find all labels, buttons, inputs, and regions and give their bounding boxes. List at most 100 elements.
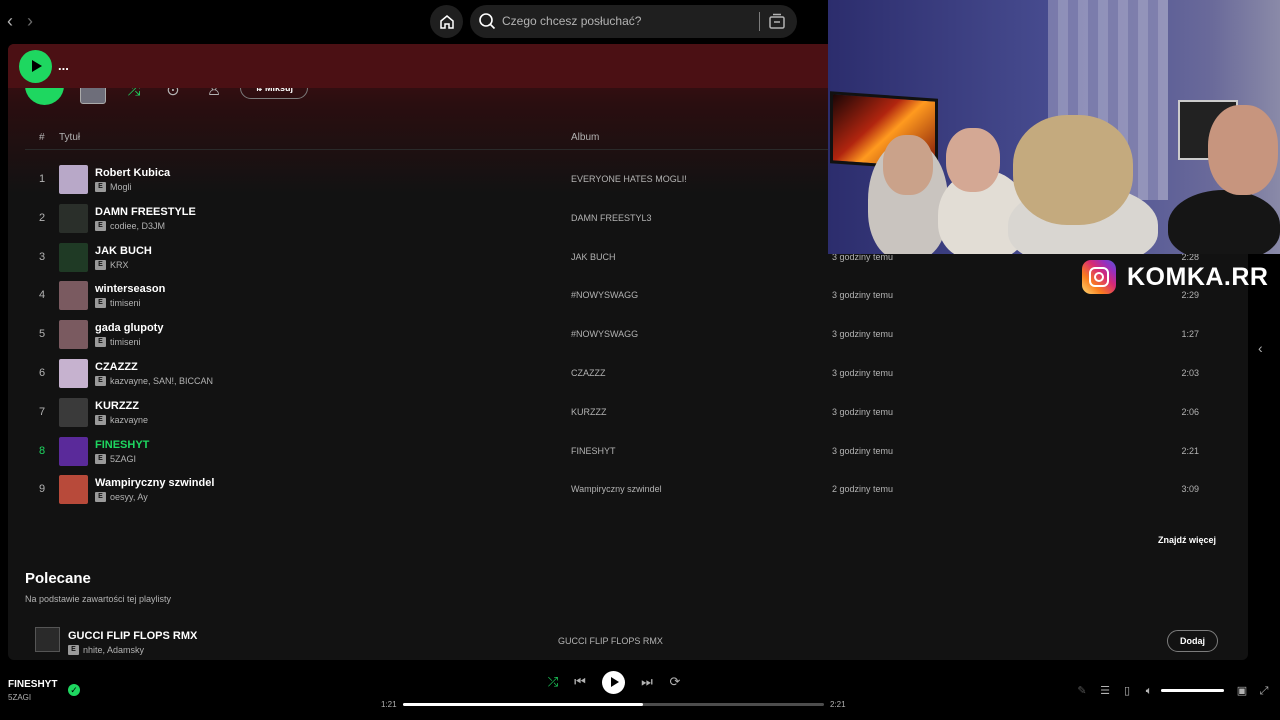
browse-icon[interactable]: [768, 12, 786, 30]
track-artists: Ekazvayne: [95, 414, 148, 425]
explicit-badge: E: [68, 645, 79, 655]
track-row[interactable]: 9 Wampiryczny szwindel Eoesyy, Ay Wampirycz…: [25, 471, 1225, 510]
track-artist[interactable]: Mogli: [110, 182, 132, 192]
header-album[interactable]: Album: [571, 132, 599, 143]
chevron-left-icon[interactable]: ‹: [1258, 340, 1263, 356]
track-artists: Ekazvayne, SAN!, BICCAN: [95, 375, 213, 386]
track-artists: Etimiseni: [95, 337, 141, 348]
track-artist[interactable]: 5ZAGI: [110, 454, 136, 464]
play-pause-button[interactable]: [602, 671, 625, 694]
track-cover: [59, 320, 88, 350]
track-artist[interactable]: kazvayne, SAN!, BICCAN: [110, 376, 213, 386]
header-number[interactable]: #: [39, 132, 45, 143]
header-title[interactable]: Tytuł: [59, 132, 80, 143]
track-cover: [59, 165, 88, 194]
fullscreen-icon[interactable]: ⤢: [1257, 684, 1271, 698]
next-icon[interactable]: ⏭: [638, 673, 656, 691]
instagram-handle: KOMKA.RR: [1127, 262, 1269, 291]
track-title[interactable]: DAMN FREESTYLE: [95, 206, 196, 218]
track-row[interactable]: 6 CZAZZZ Ekazvayne, SAN!, BICCAN CZAZZZ 3 go…: [25, 355, 1225, 394]
track-row[interactable]: 4 winterseason Etimiseni #NOWYSWAGG 3 godzin…: [25, 277, 1225, 316]
track-album[interactable]: EVERYONE HATES MOGLI!: [571, 174, 687, 184]
now-playing-artist[interactable]: 5ZAGI: [8, 693, 31, 702]
now-playing-title[interactable]: FINESHYT: [8, 679, 57, 690]
find-more-link[interactable]: Znajdź więcej: [1158, 535, 1216, 545]
track-album[interactable]: FINESHYT: [571, 446, 616, 456]
track-artists: E KRX: [95, 259, 129, 270]
track-artists: E Mogli: [95, 182, 132, 192]
top-bar: ‹ ›: [0, 0, 828, 44]
track-duration: 2:21: [1181, 445, 1199, 456]
miniplayer-icon[interactable]: ▣: [1235, 684, 1249, 698]
person-4-head: [1208, 105, 1278, 195]
home-button[interactable]: [430, 5, 463, 38]
track-title[interactable]: Wampiryczny szwindel: [95, 477, 214, 489]
explicit-badge: E: [95, 375, 106, 386]
saved-check-icon[interactable]: ✓: [68, 684, 80, 696]
track-title[interactable]: winterseason: [95, 283, 165, 295]
track-title[interactable]: KURZZZ: [95, 400, 139, 412]
track-album[interactable]: DAMN FREESTYL3: [571, 213, 652, 223]
track-title[interactable]: Robert Kubica: [95, 167, 170, 179]
search-input[interactable]: [502, 11, 732, 31]
home-icon: [439, 14, 454, 29]
track-album[interactable]: #NOWYSWAGG: [571, 290, 638, 300]
lyrics-icon[interactable]: ✎: [1075, 684, 1089, 698]
progress-fill: [403, 703, 643, 706]
track-artists: Eoesyy, Ay: [95, 492, 148, 503]
explicit-badge: E: [95, 220, 106, 231]
volume-slider[interactable]: [1161, 689, 1224, 692]
track-album[interactable]: KURZZZ: [571, 407, 607, 417]
track-album[interactable]: GUCCI FLIP FLOPS RMX: [558, 636, 663, 646]
track-artist[interactable]: timiseni: [110, 337, 141, 347]
sticky-play-button[interactable]: [19, 50, 52, 83]
track-row[interactable]: 7 KURZZZ Ekazvayne KURZZZ 3 godziny temu 2:06: [25, 394, 1225, 433]
track-title[interactable]: GUCCI FLIP FLOPS RMX: [68, 630, 197, 642]
recommended-row[interactable]: GUCCI FLIP FLOPS RMX E nhite, Adamsky GU…: [25, 624, 1225, 660]
explicit-badge: E: [95, 414, 106, 425]
track-artist[interactable]: nhite, Adamsky: [83, 645, 144, 655]
instagram-icon: [1082, 260, 1116, 294]
explicit-badge: E: [95, 492, 106, 503]
add-button[interactable]: Dodaj: [1167, 630, 1218, 652]
device-icon[interactable]: ▯: [1120, 684, 1134, 698]
person-1-head: [883, 135, 933, 195]
track-number: 6: [38, 366, 46, 379]
track-number: 4: [38, 289, 46, 302]
previous-icon[interactable]: ⏮: [571, 673, 589, 691]
track-artists: Etimiseni: [95, 298, 141, 309]
track-artist[interactable]: kazvayne: [110, 415, 148, 425]
track-title[interactable]: gada glupoty: [95, 322, 163, 334]
track-cover: [59, 281, 88, 311]
track-row[interactable]: 8 FINESHYT E 5ZAGI FINESHYT 3 godziny temu 2:2…: [25, 433, 1225, 472]
volume-icon[interactable]: 🔈︎: [1142, 684, 1156, 698]
track-album[interactable]: #NOWYSWAGG: [571, 329, 638, 339]
back-arrow-icon[interactable]: ‹: [0, 10, 20, 32]
track-artist[interactable]: KRX: [110, 260, 129, 270]
track-date-added: 2 godziny temu: [832, 484, 894, 495]
track-album[interactable]: Wampiryczny szwindel: [571, 484, 662, 494]
forward-arrow-icon[interactable]: ›: [20, 10, 40, 32]
track-title[interactable]: CZAZZZ: [95, 361, 138, 373]
repeat-icon[interactable]: ⟳: [666, 673, 684, 691]
track-artist[interactable]: codiee, D3JM: [110, 221, 165, 231]
track-artist[interactable]: timiseni: [110, 298, 141, 308]
explicit-badge: E: [95, 453, 106, 464]
explicit-badge: E: [95, 182, 106, 192]
track-title[interactable]: JAK BUCH: [95, 245, 152, 257]
track-cover: [59, 436, 88, 466]
track-album[interactable]: JAK BUCH: [571, 252, 616, 262]
track-title[interactable]: FINESHYT: [95, 439, 149, 451]
track-album[interactable]: CZAZZZ: [571, 368, 606, 378]
track-artists: E nhite, Adamsky: [68, 645, 144, 655]
queue-icon[interactable]: ☰: [1098, 684, 1112, 698]
track-date-added: 3 godziny temu: [832, 329, 894, 340]
shuffle-icon[interactable]: ⤮: [544, 673, 562, 691]
track-row[interactable]: 5 gada glupoty Etimiseni #NOWYSWAGG 3 godzin…: [25, 316, 1225, 355]
track-cover: [59, 358, 88, 388]
track-artist[interactable]: oesyy, Ay: [110, 492, 148, 502]
track-number: 5: [38, 328, 46, 341]
search-bar[interactable]: [470, 5, 797, 38]
progress-bar[interactable]: [403, 703, 824, 706]
track-cover: [59, 475, 88, 505]
